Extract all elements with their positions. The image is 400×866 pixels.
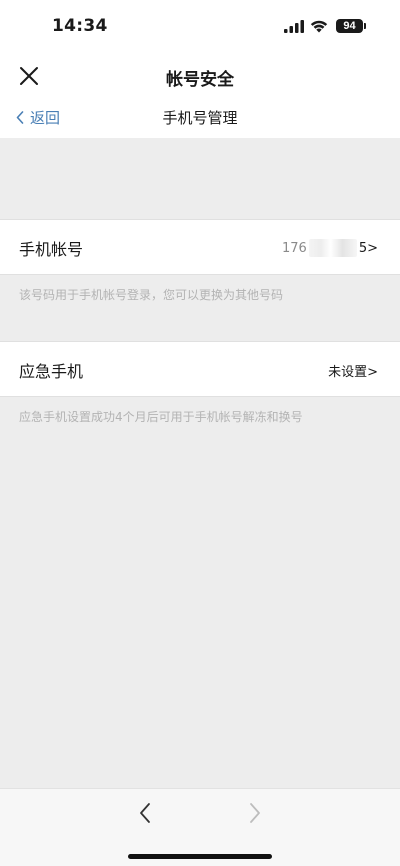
phone-account-row[interactable]: 手机帐号 176 5> (0, 219, 400, 275)
phone-prefix: 176 (282, 240, 307, 256)
status-bar: 14:34 94 (0, 0, 400, 54)
nav-forward-icon[interactable] (248, 802, 262, 824)
phone-management-page: 14:34 94 帐号安全 返回 手机号管理 手机帐号 176 5> 该号码用于… (0, 0, 400, 866)
wifi-icon (310, 20, 328, 33)
emergency-phone-row[interactable]: 应急手机 未设置> (0, 341, 400, 397)
phone-suffix: 5> (358, 240, 378, 256)
emergency-phone-label: 应急手机 (19, 362, 84, 381)
home-indicator (128, 854, 272, 859)
masked-digits (308, 239, 357, 257)
emergency-phone-hint: 应急手机设置成功4个月后可用于手机帐号解冻和换号 (19, 410, 303, 424)
page-title: 帐号安全 (166, 70, 234, 90)
battery-icon: 94 (336, 19, 366, 33)
bottom-nav-bar (0, 788, 400, 866)
phone-account-hint: 该号码用于手机帐号登录，您可以更换为其他号码 (19, 288, 284, 302)
phone-account-label: 手机帐号 (19, 240, 84, 259)
sub-title: 手机号管理 (162, 109, 238, 127)
status-time: 14:34 (52, 16, 108, 36)
cellular-signal-icon (284, 20, 304, 33)
nav-back-icon[interactable] (138, 802, 152, 824)
phone-account-value: 176 5> (282, 239, 378, 257)
emergency-phone-value: 未设置> (328, 365, 378, 380)
title-bar: 帐号安全 (0, 54, 400, 98)
sub-header: 返回 手机号管理 (0, 98, 400, 138)
